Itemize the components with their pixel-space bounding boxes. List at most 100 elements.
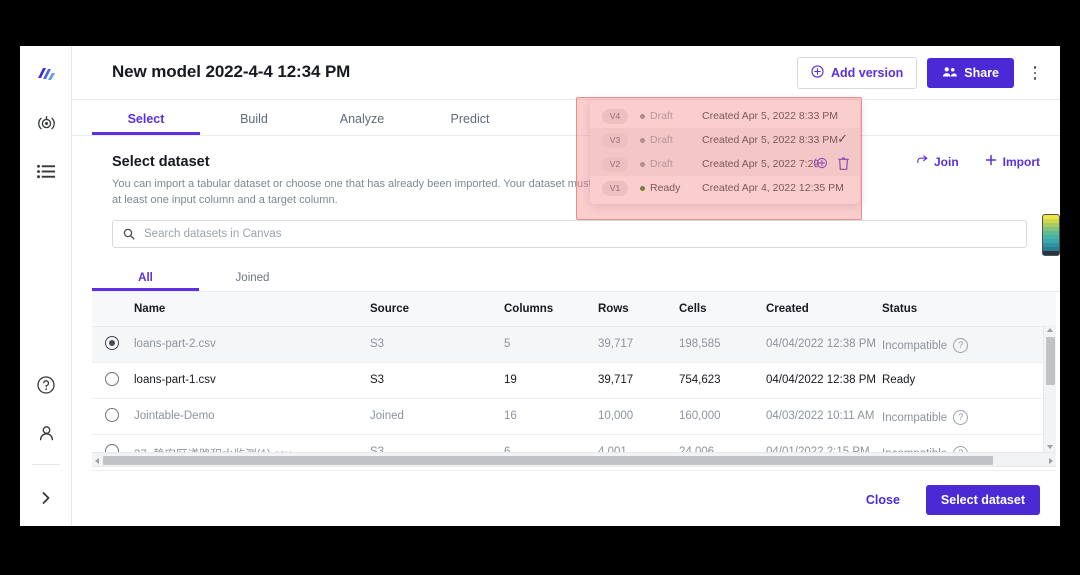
version-state: Ready xyxy=(640,182,702,194)
restore-version-icon[interactable] xyxy=(813,155,829,176)
import-button[interactable]: Import xyxy=(985,154,1040,169)
version-state-label: Draft xyxy=(650,110,673,122)
column-header-cells[interactable]: Cells xyxy=(679,303,707,315)
subtab-all[interactable]: All xyxy=(92,272,199,291)
horizontal-scroll-thumb[interactable] xyxy=(103,455,993,465)
version-menu-item[interactable]: V3 Draft Created Apr 5, 2022 8:33 PM ✓ xyxy=(590,128,860,152)
column-header-status[interactable]: Status xyxy=(882,303,917,315)
status-dot-icon xyxy=(640,161,645,167)
model-target-icon[interactable] xyxy=(20,108,72,138)
header-actions: Add version Share xyxy=(797,57,1046,89)
row-radio-selected[interactable] xyxy=(105,336,119,350)
workflow-tabs: Select Build Analyze Predict xyxy=(72,100,1060,136)
version-state-label: Ready xyxy=(650,182,681,194)
column-header-name[interactable]: Name xyxy=(134,303,165,315)
status-dot-icon xyxy=(640,185,645,191)
close-button[interactable]: Close xyxy=(860,492,906,508)
version-state: Draft xyxy=(640,158,702,170)
main-panel: New model 2022-4-4 12:34 PM Add version xyxy=(72,46,1060,526)
tab-build-label: Build xyxy=(240,112,268,126)
status-badge: Ready xyxy=(882,374,916,386)
search-input[interactable] xyxy=(144,228,1026,240)
join-button[interactable]: Join xyxy=(915,155,959,169)
column-header-rows[interactable]: Rows xyxy=(598,303,629,315)
sagemaker-logo-icon[interactable] xyxy=(20,60,72,90)
cell-name: Jointable-Demo xyxy=(134,410,215,422)
row-radio[interactable] xyxy=(105,408,119,422)
column-header-source[interactable]: Source xyxy=(370,303,409,315)
plus-circle-icon xyxy=(811,65,824,81)
kebab-dot xyxy=(1033,71,1037,75)
add-version-label: Add version xyxy=(831,66,904,80)
account-user-icon[interactable] xyxy=(20,418,72,448)
version-chip: V4 xyxy=(602,108,628,124)
table-row[interactable]: loans-part-2.csv S3 5 39,717 198,585 04/… xyxy=(92,327,1056,363)
search-datasets-field[interactable] xyxy=(112,220,1027,248)
share-people-icon xyxy=(942,66,957,81)
table-row[interactable]: Jointable-Demo Joined 16 10,000 160,000 … xyxy=(92,399,1056,435)
cell-rows: 39,717 xyxy=(598,338,634,350)
import-label: Import xyxy=(1002,154,1040,169)
datasets-list-icon[interactable] xyxy=(20,156,72,186)
scroll-right-arrow-icon[interactable] xyxy=(1049,457,1053,464)
tab-analyze-label: Analyze xyxy=(339,112,385,126)
table-horizontal-scrollbar[interactable] xyxy=(92,452,1056,467)
join-arrow-icon xyxy=(915,154,928,169)
section-actions: Join Import xyxy=(915,154,1040,169)
table-row[interactable]: loans-part-1.csv S3 19 39,717 754,623 04… xyxy=(92,363,1056,399)
tab-predict[interactable]: Predict xyxy=(416,112,524,135)
add-version-button[interactable]: Add version xyxy=(797,57,918,89)
subtab-joined[interactable]: Joined xyxy=(199,272,306,291)
cell-created: 04/04/2022 12:38 PM xyxy=(766,338,876,350)
expand-chevron-icon[interactable] xyxy=(20,483,72,513)
version-state-label: Draft xyxy=(650,134,673,146)
cell-columns: 19 xyxy=(504,374,517,386)
plus-icon xyxy=(985,154,997,169)
cell-rows: 10,000 xyxy=(598,410,634,422)
share-button[interactable]: Share xyxy=(927,58,1014,88)
dataset-filter-tabs: All Joined xyxy=(92,263,1060,292)
tab-analyze[interactable]: Analyze xyxy=(308,112,416,135)
status-help-icon[interactable]: ? xyxy=(953,410,969,425)
version-chip: V1 xyxy=(602,180,628,196)
page-title: New model 2022-4-4 12:34 PM xyxy=(112,62,351,81)
version-chip: V3 xyxy=(602,132,628,148)
status-dot-icon xyxy=(640,113,645,119)
kebab-dot xyxy=(1033,66,1037,69)
version-state: Draft xyxy=(640,134,702,146)
status-badge: Incompatible xyxy=(882,411,948,424)
version-menu-item[interactable]: V4 Draft Created Apr 5, 2022 8:33 PM xyxy=(590,104,860,128)
select-dataset-button[interactable]: Select dataset xyxy=(925,485,1040,515)
scroll-left-arrow-icon[interactable] xyxy=(95,457,99,464)
color-scale-widget[interactable] xyxy=(1042,214,1060,256)
tab-select[interactable]: Select xyxy=(92,112,200,135)
row-radio[interactable] xyxy=(105,372,119,386)
table-vertical-scrollbar[interactable] xyxy=(1043,325,1056,452)
version-menu-item[interactable]: V1 Ready Created Apr 4, 2022 12:35 PM xyxy=(590,176,860,200)
version-dropdown-menu: V4 Draft Created Apr 5, 2022 8:33 PM V3 … xyxy=(590,100,860,204)
version-row-actions xyxy=(813,155,850,176)
tab-select-label: Select xyxy=(127,112,165,126)
delete-version-icon[interactable] xyxy=(837,156,850,176)
version-menu-item[interactable]: V2 Draft Created Apr 5, 2022 7:29 xyxy=(590,152,860,176)
sagemaker-canvas-window: New model 2022-4-4 12:34 PM Add version xyxy=(20,46,1060,526)
more-options-button[interactable] xyxy=(1024,58,1046,88)
column-header-created[interactable]: Created xyxy=(766,303,809,315)
tab-build[interactable]: Build xyxy=(200,112,308,135)
status-badge: Incompatible xyxy=(882,339,948,352)
scroll-up-arrow-icon[interactable] xyxy=(1047,328,1053,332)
help-icon[interactable] xyxy=(20,370,72,400)
search-icon xyxy=(113,228,144,240)
status-help-icon[interactable]: ? xyxy=(953,338,969,353)
version-state: Draft xyxy=(640,110,702,122)
vertical-scroll-thumb[interactable] xyxy=(1046,337,1055,385)
column-header-columns[interactable]: Columns xyxy=(504,303,553,315)
cell-created: 04/03/2022 10:11 AM xyxy=(766,410,875,422)
cell-source: S3 xyxy=(370,374,385,386)
status-dot-icon xyxy=(640,137,645,143)
subtab-joined-label: Joined xyxy=(235,272,270,284)
rail-divider xyxy=(32,464,60,465)
scroll-down-arrow-icon[interactable] xyxy=(1047,445,1053,449)
version-created: Created Apr 5, 2022 7:29 xyxy=(702,158,820,170)
cell-status: Incompatible ? xyxy=(882,410,969,425)
